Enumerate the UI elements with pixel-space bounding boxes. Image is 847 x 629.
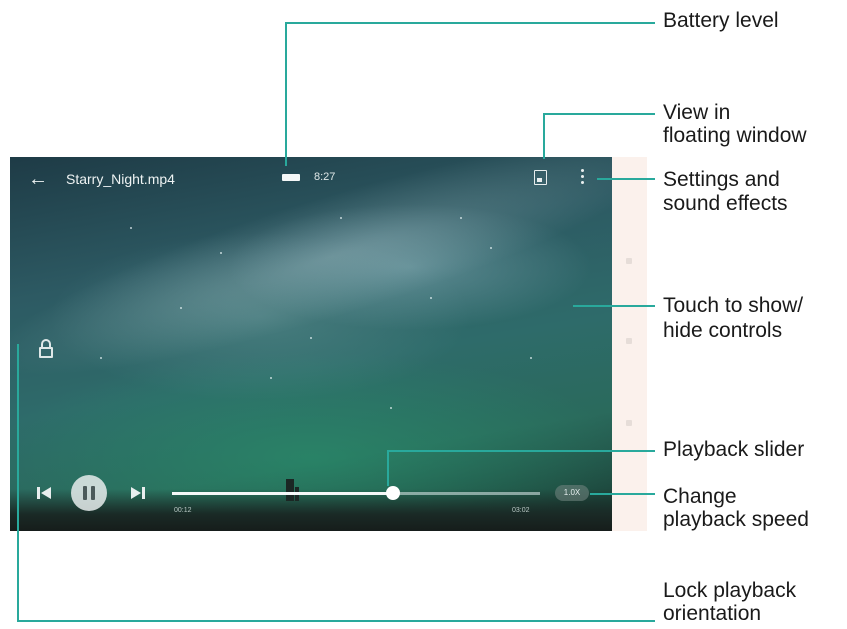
label-lock-2: orientation (663, 602, 762, 625)
nav-dot[interactable] (626, 338, 632, 344)
pause-button[interactable] (71, 475, 107, 511)
label-battery: Battery level (663, 9, 779, 32)
callout-line (387, 450, 389, 486)
playback-speed-button[interactable]: 1.0X (555, 485, 589, 501)
next-icon[interactable] (130, 485, 146, 501)
label-speed-2: playback speed (663, 508, 809, 531)
label-lock-1: Lock playback (663, 579, 797, 602)
callout-line (387, 450, 655, 452)
callout-line (543, 113, 545, 159)
back-arrow-icon[interactable]: ← (28, 169, 48, 189)
clock-time: 8:27 (314, 171, 336, 183)
video-title: Starry_Night.mp4 (66, 171, 175, 187)
more-options-icon[interactable] (581, 169, 585, 187)
label-floating-2: floating window (663, 124, 807, 147)
label-settings-2: sound effects (663, 192, 788, 215)
callout-line (285, 22, 287, 166)
battery-icon (282, 174, 300, 181)
callout-line (17, 344, 19, 622)
video-player-screen[interactable]: ← Starry_Night.mp4 8:27 00:12 03:02 1.0X (10, 157, 612, 531)
playback-slider-thumb[interactable] (385, 486, 400, 500)
callout-line (573, 305, 655, 307)
label-touch-2: hide controls (663, 319, 783, 342)
navigation-strip (612, 157, 647, 531)
sky-glow (10, 157, 612, 420)
elapsed-time: 00:12 (174, 507, 192, 514)
label-settings-1: Settings and (663, 168, 780, 191)
callout-line (543, 113, 655, 115)
label-floating-1: View in (663, 101, 731, 124)
label-speed-1: Change (663, 485, 737, 508)
playback-slider-fill (172, 492, 393, 495)
previous-icon[interactable] (36, 485, 52, 501)
floating-window-icon[interactable] (534, 170, 547, 185)
callout-line (285, 22, 655, 24)
nav-dot[interactable] (626, 420, 632, 426)
lock-icon[interactable] (38, 339, 54, 359)
callout-line (597, 178, 655, 180)
label-slider: Playback slider (663, 438, 805, 461)
playback-slider-track[interactable] (172, 492, 540, 495)
label-touch-1: Touch to show/ (663, 294, 804, 317)
total-time: 03:02 (512, 507, 530, 514)
nav-dot[interactable] (626, 258, 632, 264)
callout-line (17, 620, 655, 622)
callout-line (590, 493, 655, 495)
